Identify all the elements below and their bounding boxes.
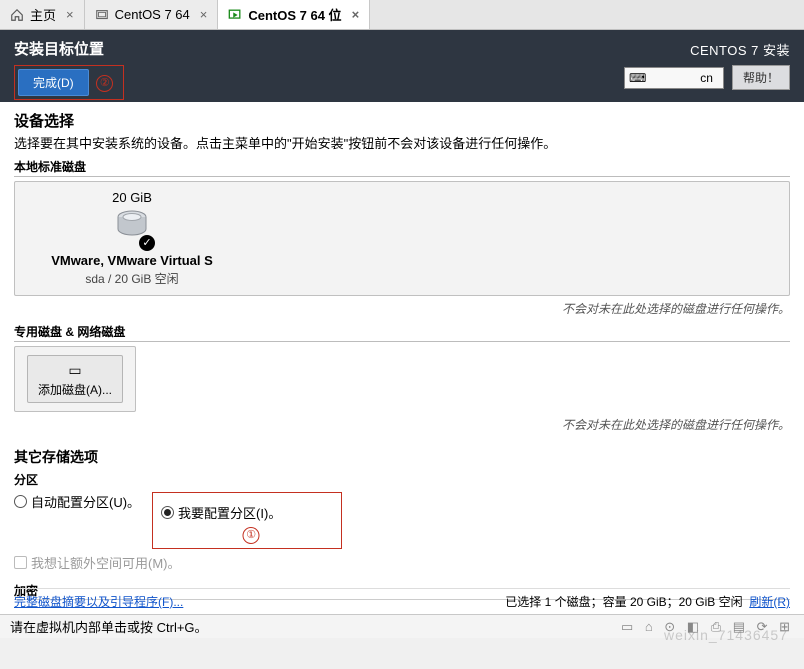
vm-status-icons: ▭ ⌂ ⊙ ◧ ⎙ ▤ ⟳ ⊞	[621, 619, 794, 635]
annotation-1: ①	[243, 527, 260, 544]
disk-hint-1: 不会对未在此处选择的磁盘进行任何操作。	[14, 300, 790, 317]
close-icon[interactable]: ×	[66, 7, 74, 22]
vmware-tab-strip: 主页 × CentOS 7 64 × CentOS 7 64 位 ×	[0, 0, 804, 30]
disk-item[interactable]: 20 GiB ✓ VMware, VMware Virtual S sda / …	[27, 190, 237, 287]
radio-label: 我要配置分区(I)。	[178, 503, 281, 522]
partitioning-options: 自动配置分区(U)。 我要配置分区(I)。 ①	[14, 492, 790, 549]
disk-name: VMware, VMware Virtual S	[27, 253, 237, 268]
disk-summary-link[interactable]: 完整磁盘摘要以及引导程序(F)...	[14, 593, 183, 610]
keyboard-layout[interactable]: cn	[624, 67, 724, 89]
disk-hint-2: 不会对未在此处选择的磁盘进行任何操作。	[14, 416, 790, 433]
done-annotation-box: 完成(D) ②	[14, 65, 124, 100]
tab-centos-1[interactable]: CentOS 7 64 ×	[85, 0, 219, 29]
tab-home-label: 主页	[30, 5, 56, 24]
checkbox-label: 我想让额外空间可用(M)。	[31, 553, 181, 572]
special-disks-label: 专用磁盘 & 网络磁盘	[14, 323, 790, 342]
special-disks-container: ▭ 添加磁盘(A)...	[14, 346, 136, 412]
vm-status-hint: 请在虚拟机内部单击或按 Ctrl+G。	[10, 617, 208, 636]
main-content: 设备选择 选择要在其中安装系统的设备。点击主菜单中的"开始安装"按钮前不会对该设…	[0, 102, 804, 614]
home-icon	[10, 8, 24, 22]
disk-size: 20 GiB	[27, 190, 237, 205]
add-disk-button[interactable]: ▭ 添加磁盘(A)...	[27, 355, 123, 403]
tab-centos-2[interactable]: CentOS 7 64 位 ×	[218, 0, 370, 29]
radio-label: 自动配置分区(U)。	[31, 492, 140, 511]
close-icon[interactable]: ×	[200, 7, 208, 22]
refresh-link[interactable]: 刷新(R)	[749, 595, 790, 609]
done-button[interactable]: 完成(D)	[18, 69, 89, 96]
local-disks-label: 本地标准磁盘	[14, 158, 790, 177]
installer-banner: 安装目标位置 完成(D) ② CENTOS 7 安装 cn 帮助！	[0, 30, 804, 102]
add-disk-icon: ▭	[38, 362, 112, 379]
selected-status: 已选择 1 个磁盘；容量 20 GiB；20 GiB 空闲	[505, 595, 742, 609]
banner-right: CENTOS 7 安装 cn 帮助！	[624, 40, 790, 90]
vm-running-icon	[228, 8, 242, 22]
tab-home[interactable]: 主页 ×	[0, 0, 85, 29]
disk-icon-wrap: ✓	[115, 209, 149, 247]
local-disks-container: 20 GiB ✓ VMware, VMware Virtual S sda / …	[14, 181, 790, 296]
help-button[interactable]: 帮助！	[732, 65, 790, 90]
add-disk-label: 添加磁盘(A)...	[38, 383, 112, 397]
partitioning-label: 分区	[14, 471, 790, 488]
manual-partition-annotation-box: 我要配置分区(I)。 ①	[152, 492, 342, 549]
radio-icon	[161, 506, 174, 519]
tab-label: CentOS 7 64 位	[248, 5, 341, 24]
annotation-2: ②	[96, 75, 113, 92]
checkbox-icon	[14, 556, 27, 569]
device-selection-heading: 设备选择	[14, 110, 790, 131]
footer-right: 已选择 1 个磁盘；容量 20 GiB；20 GiB 空闲 刷新(R)	[505, 593, 790, 610]
tab-label: CentOS 7 64	[115, 7, 190, 22]
vmware-status-bar: 请在虚拟机内部单击或按 Ctrl+G。 ▭ ⌂ ⊙ ◧ ⎙ ▤ ⟳ ⊞	[0, 614, 804, 638]
radio-icon	[14, 495, 27, 508]
radio-auto-partition[interactable]: 自动配置分区(U)。	[14, 492, 140, 511]
check-icon: ✓	[139, 235, 155, 251]
footer-bar: 完整磁盘摘要以及引导程序(F)... 已选择 1 个磁盘；容量 20 GiB；2…	[14, 588, 790, 610]
product-name: CENTOS 7 安装	[624, 40, 790, 59]
close-icon[interactable]: ×	[352, 7, 360, 22]
other-storage-heading: 其它存储选项	[14, 447, 790, 467]
disk-sub: sda / 20 GiB 空闲	[27, 270, 237, 287]
radio-manual-partition[interactable]: 我要配置分区(I)。	[161, 503, 281, 522]
vm-icon	[95, 8, 109, 22]
checkbox-extra-space: 我想让额外空间可用(M)。	[14, 553, 790, 572]
device-selection-desc: 选择要在其中安装系统的设备。点击主菜单中的"开始安装"按钮前不会对该设备进行任何…	[14, 133, 790, 152]
